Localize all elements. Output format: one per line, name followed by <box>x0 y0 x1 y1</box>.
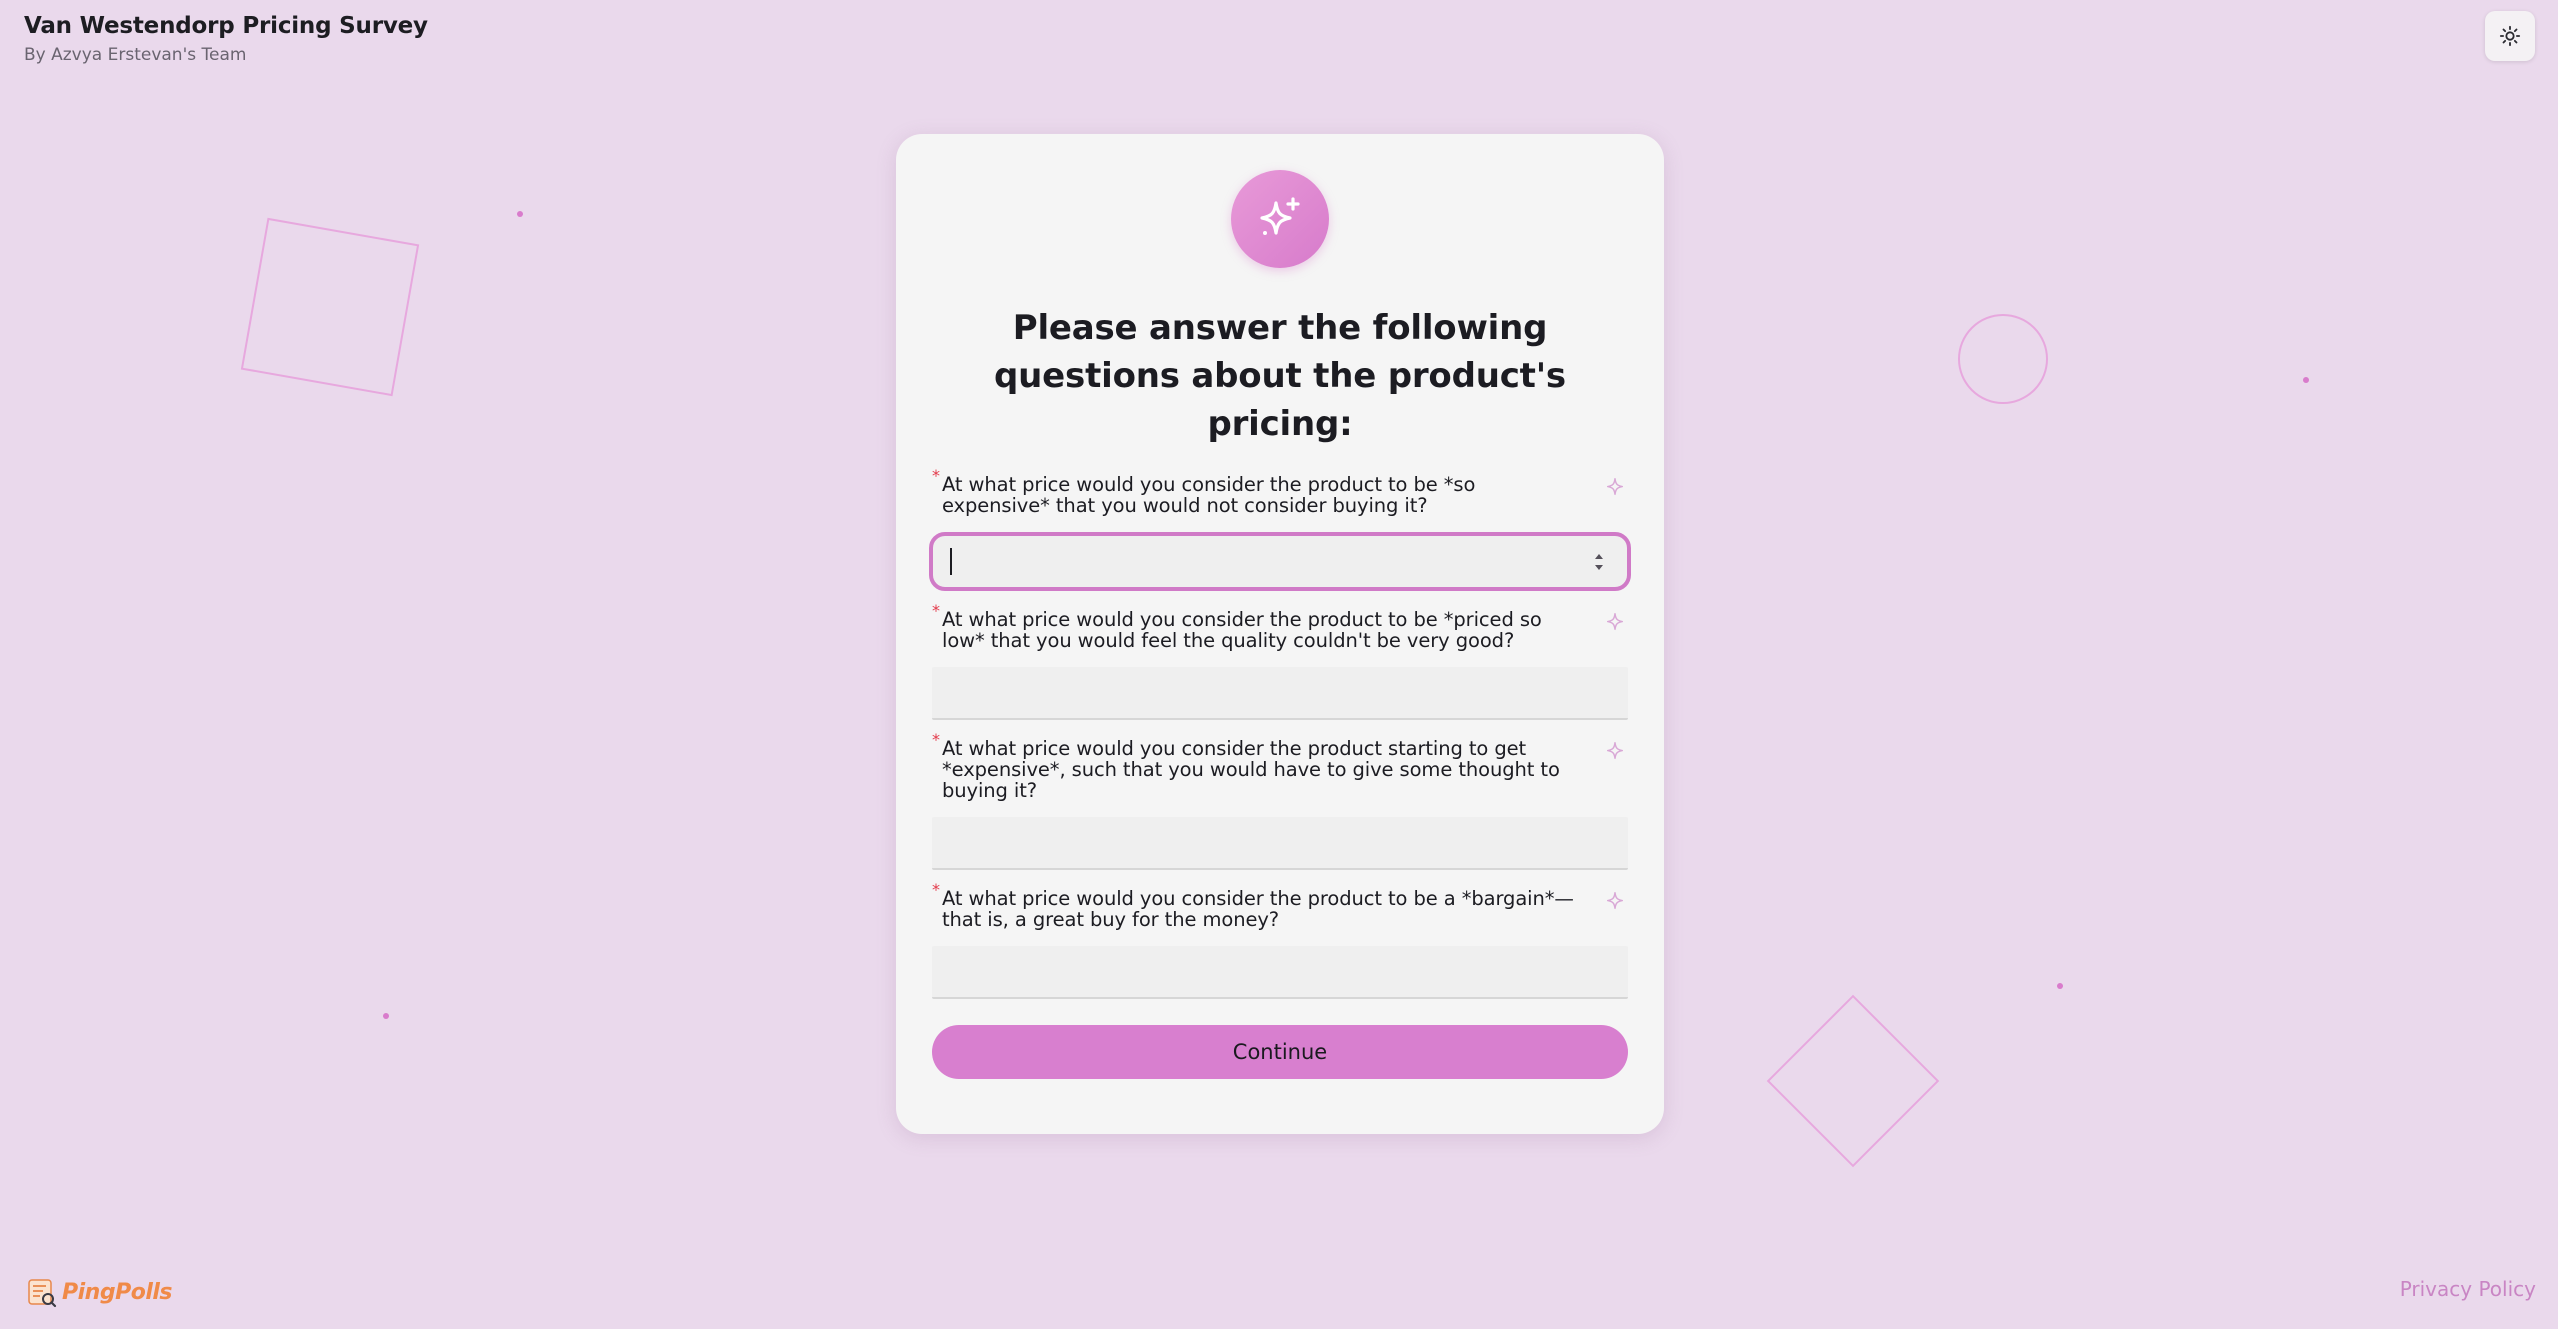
pingpolls-logo-icon <box>28 1279 57 1308</box>
sparkle-icon <box>1606 742 1624 760</box>
required-asterisk: * <box>932 601 940 620</box>
text-caret <box>950 548 952 575</box>
ai-assist-button[interactable] <box>1602 888 1628 914</box>
price-input-so-expensive[interactable] <box>929 532 1631 591</box>
question-label: * At what price would you consider the p… <box>932 466 1628 517</box>
sun-icon <box>2499 25 2521 47</box>
decorative-square <box>240 217 420 397</box>
card-badge <box>1231 170 1329 268</box>
survey-author: By Azvya Erstevan's Team <box>24 45 247 65</box>
question-so-expensive: * At what price would you consider the p… <box>929 466 1631 591</box>
question-text: At what price would you consider the pro… <box>942 608 1542 652</box>
ai-assist-button[interactable] <box>1602 609 1628 635</box>
privacy-policy-link[interactable]: Privacy Policy <box>2400 1277 2536 1301</box>
sparkles-icon <box>1260 197 1300 235</box>
question-text: At what price would you consider the pro… <box>942 737 1560 802</box>
question-text: At what price would you consider the pro… <box>942 887 1574 931</box>
decorative-dot <box>383 1013 389 1019</box>
continue-button[interactable]: Continue <box>932 1025 1628 1079</box>
survey-card: Please answer the following questions ab… <box>896 134 1664 1134</box>
question-label: * At what price would you consider the p… <box>932 880 1628 931</box>
brand-logo[interactable]: PingPolls <box>26 1276 173 1308</box>
survey-header: Van Westendorp Pricing Survey By Azvya E… <box>24 10 428 66</box>
number-spinner-icon[interactable] <box>1592 550 1606 574</box>
decorative-dot <box>2057 983 2063 989</box>
question-label: * At what price would you consider the p… <box>932 601 1628 652</box>
question-bargain: * At what price would you consider the p… <box>932 880 1628 999</box>
survey-title: Van Westendorp Pricing Survey <box>24 13 428 39</box>
question-getting-expensive: * At what price would you consider the p… <box>932 730 1628 870</box>
sparkle-icon <box>1606 478 1624 496</box>
sparkle-icon <box>1606 613 1624 631</box>
question-text: At what price would you consider the pro… <box>942 473 1476 517</box>
required-asterisk: * <box>932 880 940 899</box>
price-input-getting-expensive[interactable] <box>932 817 1628 870</box>
decorative-diamond <box>1766 994 1940 1168</box>
ai-assist-button[interactable] <box>1602 474 1628 500</box>
required-asterisk: * <box>932 730 940 749</box>
brand-name: PingPolls <box>62 1279 173 1305</box>
card-heading: Please answer the following questions ab… <box>994 308 1566 444</box>
sparkle-icon <box>1606 892 1624 910</box>
question-too-cheap: * At what price would you consider the p… <box>932 601 1628 720</box>
price-input-too-cheap[interactable] <box>932 667 1628 720</box>
ai-assist-button[interactable] <box>1602 738 1628 764</box>
price-input-bargain[interactable] <box>932 946 1628 999</box>
theme-toggle-button[interactable] <box>2485 11 2535 61</box>
question-label: * At what price would you consider the p… <box>932 730 1628 802</box>
decorative-dot <box>2303 377 2309 383</box>
required-asterisk: * <box>932 466 940 485</box>
decorative-circle <box>1958 314 2048 404</box>
decorative-dot <box>517 211 523 217</box>
